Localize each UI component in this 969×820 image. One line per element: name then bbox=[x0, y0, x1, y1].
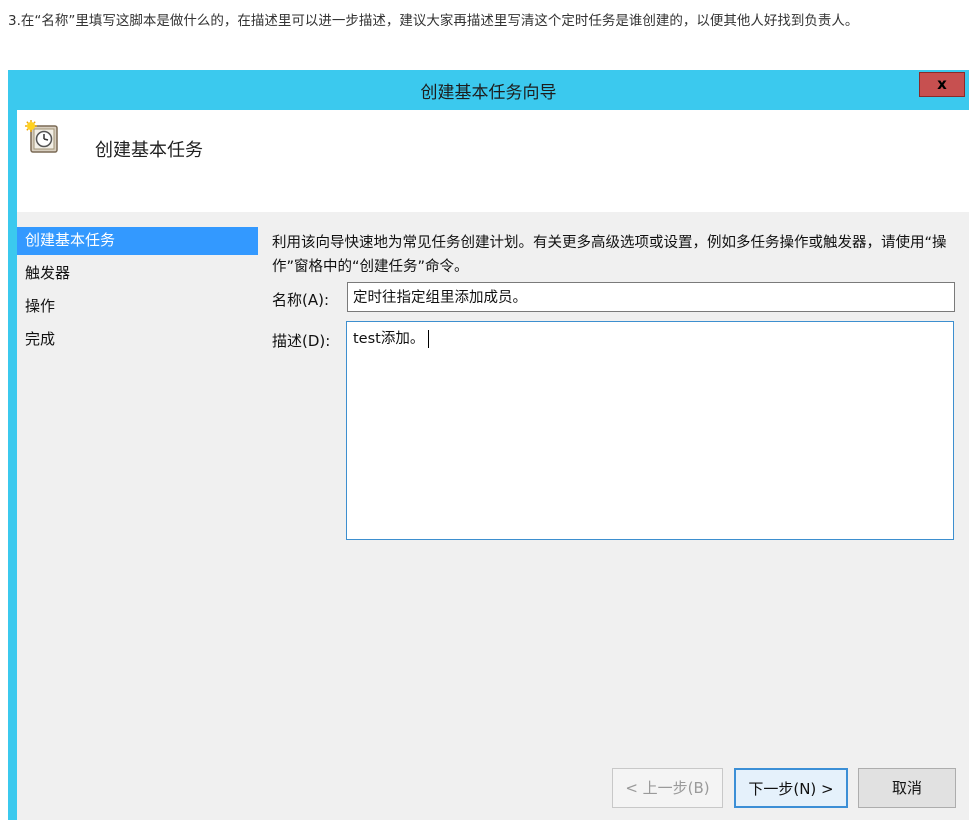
description-input-value: test添加。 bbox=[353, 331, 425, 347]
dialog-title: 创建基本任务向导 bbox=[420, 83, 557, 103]
description-label: 描述(D): bbox=[272, 332, 331, 350]
step-create-basic-task[interactable]: 创建基本任务 bbox=[17, 227, 258, 255]
name-label: 名称(A): bbox=[272, 291, 330, 309]
wizard-header-title: 创建基本任务 bbox=[95, 140, 203, 161]
text-caret bbox=[428, 330, 430, 348]
next-button[interactable]: 下一步(N) > bbox=[734, 768, 848, 808]
task-wizard-dialog: 创建基本任务向导 x 创建基本任务 创建基本任务 触发器 操作 完成 利用该向导… bbox=[8, 70, 969, 820]
task-scheduler-icon bbox=[25, 120, 58, 153]
description-input[interactable]: test添加。 bbox=[346, 321, 954, 540]
step-finish[interactable]: 完成 bbox=[17, 326, 258, 359]
intro-paragraph: 3.在“名称”里填写这脚本是做什么的，在描述里可以进一步描述，建议大家再描述里写… bbox=[8, 13, 859, 29]
cancel-button[interactable]: 取消 bbox=[858, 768, 956, 808]
name-input-value: 定时往指定组里添加成员。 bbox=[353, 290, 527, 306]
close-button[interactable]: x bbox=[919, 72, 965, 97]
wizard-header: 创建基本任务 bbox=[17, 110, 969, 212]
title-bar[interactable]: 创建基本任务向导 x bbox=[8, 70, 969, 110]
dialog-client-area: 创建基本任务 创建基本任务 触发器 操作 完成 利用该向导快速地为常见任务创建计… bbox=[17, 110, 969, 820]
step-trigger[interactable]: 触发器 bbox=[17, 260, 258, 293]
wizard-steps: 创建基本任务 触发器 操作 完成 bbox=[17, 227, 258, 359]
step-action[interactable]: 操作 bbox=[17, 293, 258, 326]
wizard-description: 利用该向导快速地为常见任务创建计划。有关更多高级选项或设置，例如多任务操作或触发… bbox=[272, 235, 947, 275]
name-input[interactable]: 定时往指定组里添加成员。 bbox=[347, 282, 955, 312]
back-button[interactable]: < 上一步(B) bbox=[612, 768, 723, 808]
